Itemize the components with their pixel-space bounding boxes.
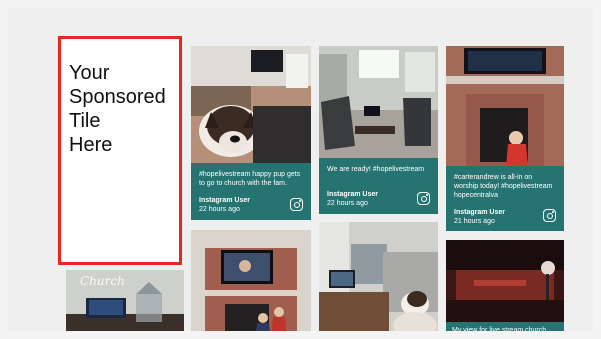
photo-laptop-dog	[319, 222, 438, 331]
post-card[interactable]: #hopelivestream happy pup gets to go to …	[191, 46, 311, 220]
post-caption-panel: #hopelivestream happy pup gets to go to …	[191, 163, 311, 220]
post-user: Instagram User	[327, 191, 378, 198]
photo-tv-fireplace	[191, 230, 311, 331]
post-caption: #carterandrew is all-in on worship today…	[454, 174, 553, 199]
post-user: Instagram User	[199, 197, 250, 204]
post-card[interactable]: My view for live stream church today	[446, 240, 564, 331]
post-caption-panel: We are ready! #hopelivestream Instagram …	[319, 158, 438, 214]
sponsored-tile-text: Your Sponsored Tile Here	[69, 62, 166, 156]
social-wall: Your Sponsored Tile Here Church #hopeliv…	[8, 8, 593, 331]
photo-dog-living-room	[191, 46, 311, 164]
photo-living-room-tv	[319, 46, 438, 158]
post-time: 22 hours ago	[327, 200, 368, 207]
instagram-icon[interactable]	[417, 192, 430, 205]
post-caption: We are ready! #hopelivestream	[327, 166, 425, 173]
photo-tile[interactable]	[191, 230, 311, 331]
post-time: 22 hours ago	[199, 206, 240, 213]
photo-overlay-text: Church	[80, 274, 125, 288]
post-caption-panel: #carterandrew is all-in on worship today…	[446, 166, 564, 231]
post-caption: My view for live stream church today	[446, 322, 564, 331]
photo-stage-view	[446, 240, 564, 322]
instagram-icon[interactable]	[543, 209, 556, 222]
post-time: 21 hours ago	[454, 218, 495, 225]
instagram-icon[interactable]	[290, 198, 303, 211]
post-card[interactable]: We are ready! #hopelivestream Instagram …	[319, 46, 438, 214]
post-caption: #hopelivestream happy pup gets to go to …	[199, 171, 301, 187]
post-card[interactable]: #carterandrew is all-in on worship today…	[446, 46, 564, 231]
sponsored-tile[interactable]: Your Sponsored Tile Here	[58, 36, 182, 265]
photo-tile[interactable]	[319, 222, 438, 331]
photo-child-fireplace	[446, 46, 564, 166]
photo-tile-lower-left[interactable]: Church	[66, 270, 184, 331]
post-user: Instagram User	[454, 209, 505, 216]
